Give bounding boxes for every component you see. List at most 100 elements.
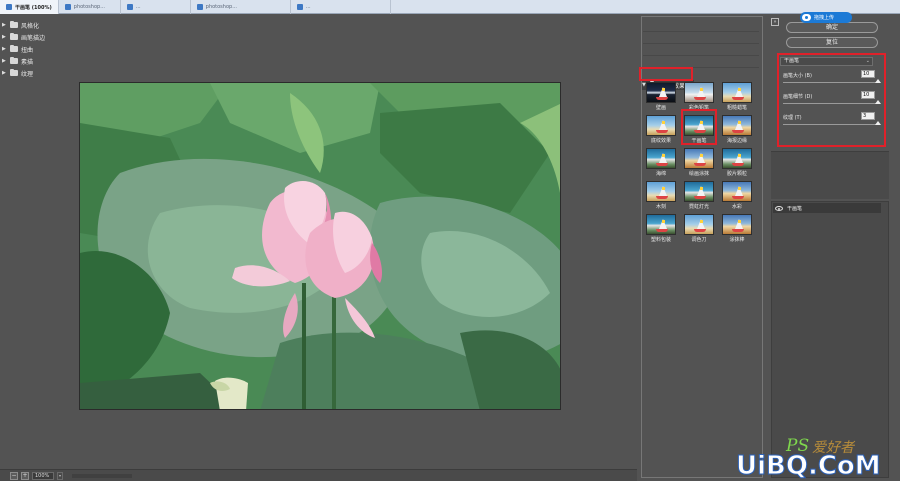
- category-distort[interactable]: ▶ 扭曲: [2, 44, 118, 54]
- brush-size-slider[interactable]: [783, 79, 881, 83]
- filter-label: 水彩: [731, 204, 742, 210]
- filter-thumbnail[interactable]: 涂抹棒: [721, 214, 753, 243]
- filter-select-value: 干画笔: [784, 58, 800, 64]
- boat-shape: [694, 163, 706, 166]
- category-texture[interactable]: ▶ 纹理: [2, 68, 118, 78]
- filter-label: 壁画: [655, 105, 666, 111]
- boat-shape: [694, 130, 706, 133]
- filter-thumbnail[interactable]: 干画笔: [683, 115, 715, 144]
- boat-shape: [732, 196, 744, 199]
- filter-thumbnail[interactable]: 壁画: [645, 82, 677, 111]
- filter-label: 粗糙蜡笔: [726, 105, 747, 111]
- category-brush-strokes[interactable]: ▶ 画笔描边: [2, 32, 118, 42]
- texture-slider[interactable]: [783, 121, 881, 125]
- filter-thumbnail[interactable]: 海绵: [645, 148, 677, 177]
- double-chevron-icon: »: [773, 19, 777, 25]
- slider-knob[interactable]: [875, 79, 881, 83]
- filter-preview-image: [646, 82, 676, 103]
- flag-shape: [700, 220, 703, 223]
- flag-shape: [700, 88, 703, 91]
- flag-shape: [738, 88, 741, 91]
- flag-shape: [738, 121, 741, 124]
- flag-shape: [738, 187, 741, 190]
- boat-shape: [694, 97, 706, 100]
- boat-shape: [732, 97, 744, 100]
- boat-shape: [656, 97, 668, 100]
- flag-shape: [700, 154, 703, 157]
- category-sketch[interactable]: ▶ 素描: [2, 56, 118, 66]
- effect-layer-row[interactable]: 干画笔: [773, 203, 881, 213]
- texture-input[interactable]: 3: [861, 112, 875, 120]
- flag-shape: [700, 121, 703, 124]
- category-label: 风格化: [21, 22, 40, 30]
- filter-thumbnail[interactable]: 塑料包装: [645, 214, 677, 243]
- brush-detail-input[interactable]: 10: [861, 91, 875, 99]
- tab-document-3[interactable]: ...: [121, 0, 191, 14]
- divider: [643, 67, 759, 68]
- preview-image[interactable]: [79, 82, 561, 410]
- filter-thumbnail[interactable]: 粗糙蜡笔: [721, 82, 753, 111]
- folder-icon: [10, 69, 18, 76]
- preview-canvas[interactable]: [0, 14, 637, 469]
- filter-thumbnail[interactable]: 底纹效果: [645, 115, 677, 144]
- reset-button[interactable]: 复位: [786, 37, 878, 48]
- horizontal-scrollbar[interactable]: [72, 473, 132, 478]
- filter-thumbnail[interactable]: 霓虹灯光: [683, 181, 715, 210]
- upload-badge-label: 拖拽上传: [814, 15, 835, 21]
- chevron-down-icon: ⌄: [865, 58, 870, 64]
- filter-preview-image: [722, 214, 752, 235]
- slider-knob[interactable]: [875, 100, 881, 104]
- zoom-out-button[interactable]: −: [10, 471, 18, 480]
- document-icon: [6, 4, 12, 10]
- tab-document-4[interactable]: photoshop...: [191, 0, 291, 14]
- flag-shape: [700, 187, 703, 190]
- tab-label: 干画笔 (100%): [15, 4, 52, 11]
- tab-document-2[interactable]: photoshop...: [59, 0, 121, 14]
- filter-label: 干画笔: [691, 138, 707, 144]
- boat-shape: [656, 196, 668, 199]
- tab-label: photoshop...: [205, 4, 237, 10]
- filter-thumbnail[interactable]: 木刻: [645, 181, 677, 210]
- zoom-in-button[interactable]: +: [21, 471, 29, 480]
- tab-label: photoshop...: [73, 4, 105, 10]
- collapse-gallery-button[interactable]: »: [771, 18, 779, 26]
- tab-document-5[interactable]: ...: [291, 0, 391, 14]
- boat-shape: [694, 229, 706, 232]
- filter-label: 海报边缘: [726, 138, 747, 144]
- zoom-dropdown-icon[interactable]: ▾: [57, 471, 63, 480]
- filter-select[interactable]: 干画笔 ⌄: [780, 57, 873, 66]
- brush-detail-slider[interactable]: [783, 100, 881, 104]
- flag-shape: [662, 187, 665, 190]
- brush-detail-label: 画笔细节 (D): [783, 94, 813, 100]
- document-icon: [296, 4, 303, 10]
- flag-shape: [662, 154, 665, 157]
- filter-preview-image: [684, 148, 714, 169]
- upload-badge[interactable]: 拖拽上传: [800, 12, 852, 23]
- slider-knob[interactable]: [875, 121, 881, 125]
- boat-shape: [732, 130, 744, 133]
- filter-preview-image: [684, 115, 714, 136]
- zoom-field[interactable]: 100%: [32, 471, 54, 480]
- filter-label: 底纹效果: [650, 138, 671, 144]
- filter-thumbnail[interactable]: 胶片颗粒: [721, 148, 753, 177]
- boat-shape: [732, 229, 744, 232]
- filter-thumbnail[interactable]: 彩色铅笔: [683, 82, 715, 111]
- filter-thumbnail[interactable]: 绘画涂抹: [683, 148, 715, 177]
- ok-button[interactable]: 确定: [786, 22, 878, 33]
- filter-preview-image: [722, 148, 752, 169]
- boat-shape: [656, 130, 668, 133]
- triangle-right-icon: ▶: [2, 46, 6, 52]
- settings-empty-area: [771, 151, 889, 199]
- category-stylize[interactable]: ▶ 风格化: [2, 20, 118, 30]
- filter-preview-image: [684, 214, 714, 235]
- eye-icon[interactable]: [775, 205, 783, 211]
- filter-thumbnail[interactable]: 调色刀: [683, 214, 715, 243]
- filter-thumbnail[interactable]: 海报边缘: [721, 115, 753, 144]
- filter-preview-image: [722, 115, 752, 136]
- brush-size-input[interactable]: 10: [861, 70, 875, 78]
- lotus-photo: [80, 83, 560, 409]
- filter-thumbnail[interactable]: 水彩: [721, 181, 753, 210]
- watermark-site: UiBQ.CoM: [736, 451, 882, 481]
- category-label: 纹理: [21, 70, 34, 78]
- tab-active-document[interactable]: 干画笔 (100%): [0, 0, 59, 14]
